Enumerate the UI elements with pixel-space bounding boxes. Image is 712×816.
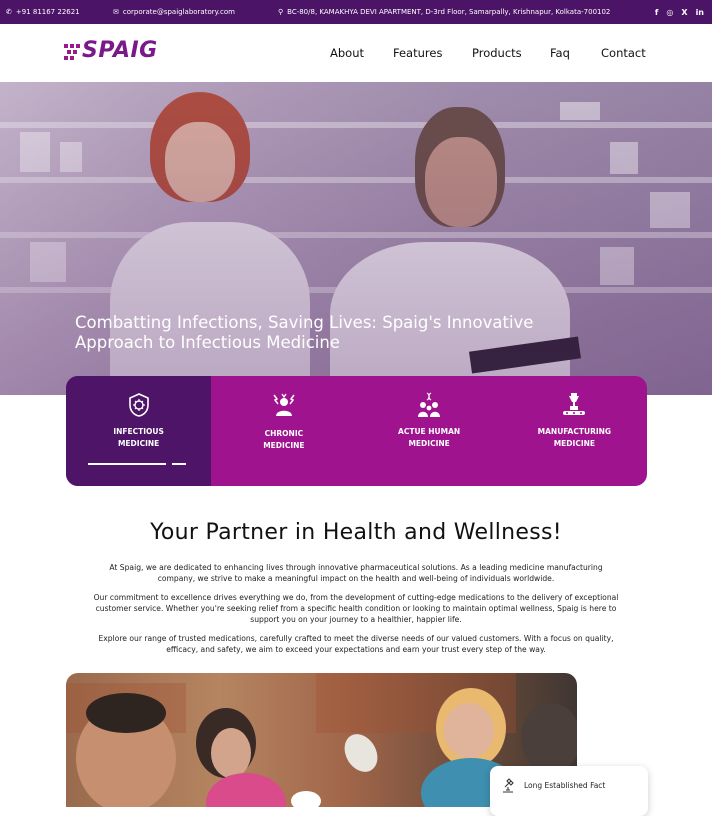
tab-chronic-medicine[interactable]: CHRONIC MEDICINE (211, 376, 356, 486)
phone-text: +91 81167 22621 (15, 8, 80, 16)
x-twitter-icon[interactable]: X (681, 8, 687, 17)
nav-faq[interactable]: Faq (550, 46, 570, 60)
person-pain-icon (273, 393, 295, 416)
phone-link[interactable]: ✆ +91 81167 22621 (6, 0, 80, 24)
tab-label: CHRONIC MEDICINE (263, 429, 305, 450)
tab-actue-human-medicine[interactable]: ACTUE HUMAN MEDICINE (357, 376, 502, 486)
family-dna-icon (418, 392, 441, 417)
nav-products[interactable]: Products (472, 46, 522, 60)
shield-virus-icon (128, 393, 149, 417)
top-bar: ✆ +91 81167 22621 ✉ corporate@spaiglabor… (0, 0, 712, 24)
feature-card[interactable]: Long Established Fact (490, 766, 648, 816)
email-text: corporate@spaiglaboratory.com (122, 8, 235, 16)
instagram-icon[interactable]: ◎ (666, 8, 673, 17)
nav-contact[interactable]: Contact (601, 46, 646, 60)
nav-features[interactable]: Features (393, 46, 442, 60)
about-paragraph-1: At Spaig, we are dedicated to enhancing … (109, 563, 603, 583)
nav-menu: About Features Products Faq Contact (0, 24, 712, 82)
hero-title: Combatting Infections, Saving Lives: Spa… (75, 313, 595, 353)
main-navbar: SPAIG About Features Products Faq Contac… (0, 24, 712, 82)
hero-title-line2: Approach to Infectious Medicine (75, 333, 340, 352)
about-paragraph-2: Our commitment to excellence drives ever… (93, 593, 619, 624)
hero-title-line1: Combatting Infections, Saving Lives: Spa… (75, 313, 534, 332)
tab-label: INFECTIOUS MEDICINE (113, 427, 164, 448)
about-paragraph-3: Explore our range of trusted medications… (98, 634, 614, 654)
tab-manufacturing-medicine[interactable]: MANUFACTURING MEDICINE (502, 376, 647, 486)
active-indicator (88, 463, 186, 465)
feature-card-label: Long Established Fact (524, 781, 606, 790)
email-link[interactable]: ✉ corporate@spaiglaboratory.com (113, 0, 235, 24)
address-text: BC-80/8, KAMAKHYA DEVI APARTMENT, D-3rd … (287, 8, 611, 16)
linkedin-icon[interactable]: in (696, 8, 704, 17)
tab-infectious-medicine[interactable]: INFECTIOUS MEDICINE (66, 376, 212, 486)
phone-icon: ✆ (6, 8, 12, 16)
microscope-icon (503, 778, 514, 793)
machine-icon (563, 393, 586, 415)
facebook-icon[interactable]: f (655, 8, 658, 17)
social-links: f ◎ X in (655, 0, 704, 24)
address-link[interactable]: ⚲ BC-80/8, KAMAKHYA DEVI APARTMENT, D-3r… (278, 0, 610, 24)
tab-label: ACTUE HUMAN MEDICINE (398, 427, 461, 448)
nav-about[interactable]: About (330, 46, 364, 60)
location-pin-icon: ⚲ (278, 8, 284, 16)
mail-icon: ✉ (113, 8, 119, 16)
tab-label: MANUFACTURING MEDICINE (537, 427, 612, 448)
category-tabs: INFECTIOUS MEDICINE CHRONIC MEDICINE ACT… (66, 376, 647, 486)
hero-banner: Combatting Infections, Saving Lives: Spa… (0, 82, 712, 395)
section-title: Your Partner in Health and Wellness! (150, 520, 562, 545)
